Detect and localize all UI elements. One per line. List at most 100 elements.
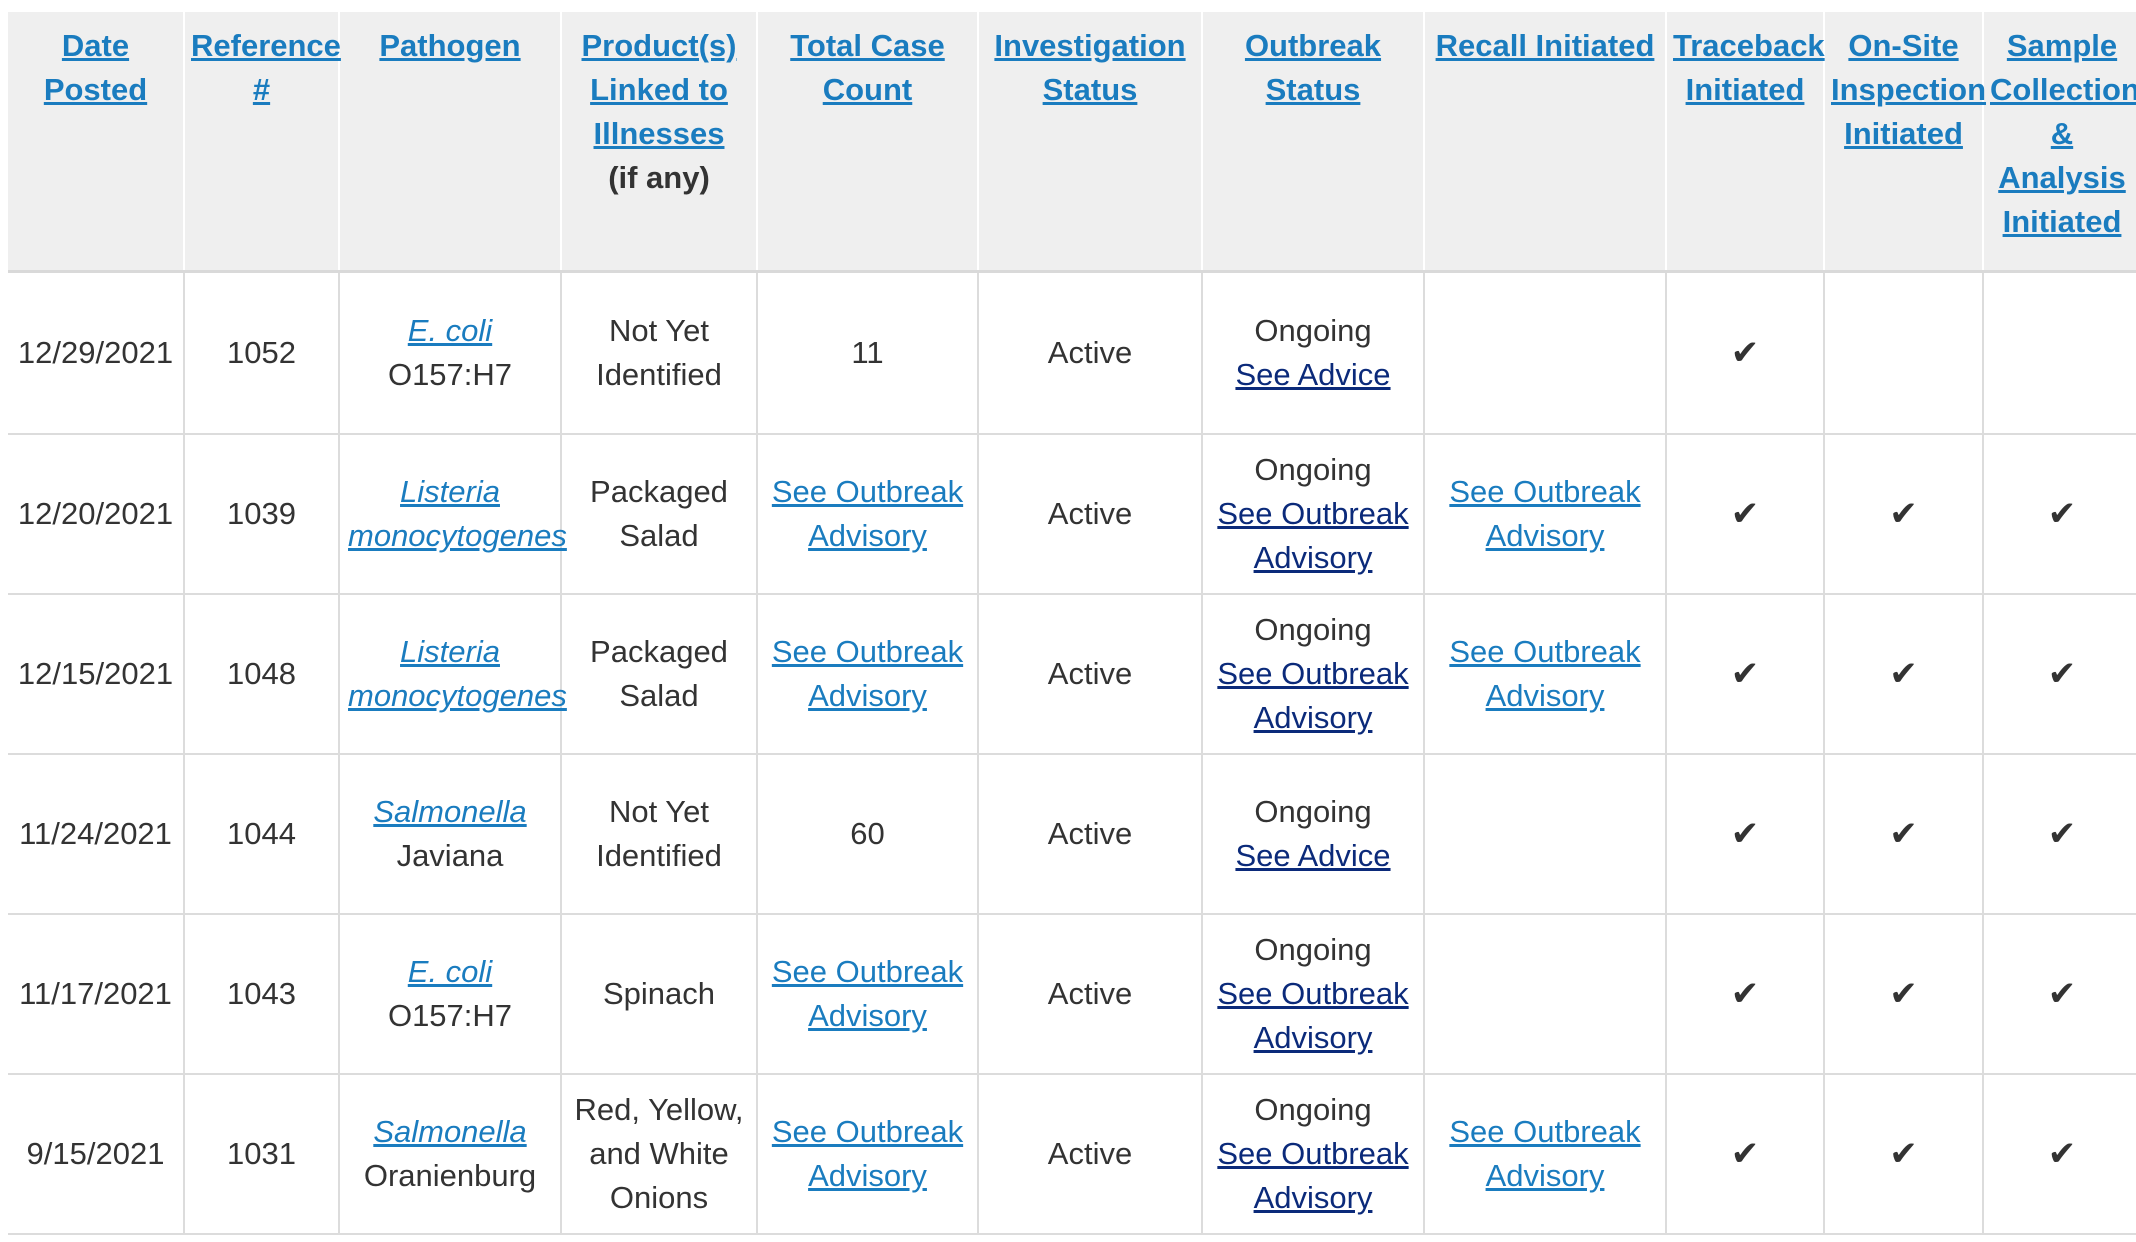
cell-product: Not Yet Identified	[561, 754, 758, 915]
investigation-status-text: Active	[1047, 656, 1133, 691]
cell-outbreak-status: Ongoing See Advice	[1202, 754, 1425, 915]
checkmark-icon: ✔	[1730, 814, 1760, 853]
sort-sample-collection-link[interactable]: Sample Collection & Analysis Initiated	[1990, 28, 2136, 239]
checkmark-icon: ✔	[1730, 654, 1760, 693]
cell-outbreak-status: Ongoing See Outbreak Advisory	[1202, 594, 1425, 755]
cell-recall-initiated	[1424, 271, 1667, 435]
header-sample-collection: Sample Collection & Analysis Initiated	[1983, 12, 2136, 273]
cell-total-case-count: See Outbreak Advisory	[757, 1074, 979, 1235]
header-recall-initiated: Recall Initiated	[1424, 12, 1667, 273]
sort-case-count-link[interactable]: Total Case Count	[790, 28, 944, 107]
header-reference: Reference #	[184, 12, 341, 273]
pathogen-link[interactable]: Listeria monocytogenes	[348, 474, 567, 553]
checkmark-icon: ✔	[1889, 974, 1918, 1013]
outbreak-status-text: Ongoing	[1254, 794, 1372, 829]
cell-pathogen: E. coli O157:H7	[339, 271, 562, 435]
cell-investigation-status: Active	[978, 754, 1203, 915]
cell-total-case-count: See Outbreak Advisory	[757, 914, 979, 1075]
cell-product: Red, Yellow, and White Onions	[561, 1074, 758, 1235]
pathogen-link[interactable]: Salmonella	[373, 794, 526, 829]
cell-traceback-initiated: ✔	[1666, 754, 1825, 915]
checkmark-icon: ✔	[1889, 494, 1918, 533]
cell-inspection-initiated: ✔	[1824, 754, 1984, 915]
recall-advisory-link[interactable]: See Outbreak Advisory	[1449, 474, 1640, 553]
cell-investigation-status: Active	[978, 434, 1203, 595]
case-count-advisory-link[interactable]: See Outbreak Advisory	[772, 1114, 963, 1193]
sort-recall-link[interactable]: Recall Initiated	[1436, 28, 1655, 63]
cell-recall-initiated: See Outbreak Advisory	[1424, 594, 1667, 755]
recall-advisory-link[interactable]: See Outbreak Advisory	[1449, 634, 1640, 713]
case-count-advisory-link[interactable]: See Outbreak Advisory	[772, 474, 963, 553]
cell-investigation-status: Active	[978, 594, 1203, 755]
cell-date-posted: 12/15/2021	[8, 594, 185, 755]
checkmark-icon: ✔	[2047, 814, 2077, 853]
table-row: 11/17/2021 1043 E. coli O157:H7 Spinach See O…	[8, 914, 2136, 1075]
cell-recall-initiated	[1424, 754, 1667, 915]
sort-pathogen-link[interactable]: Pathogen	[379, 28, 520, 63]
sort-outbreak-status-link[interactable]: Outbreak Status	[1245, 28, 1381, 107]
cell-recall-initiated: See Outbreak Advisory	[1424, 434, 1667, 595]
date-posted-text: 12/29/2021	[17, 335, 174, 370]
cell-pathogen: Salmonella Oranienburg	[339, 1074, 562, 1235]
product-text: Packaged Salad	[590, 474, 728, 553]
outbreak-advice-link[interactable]: See Outbreak Advisory	[1217, 656, 1408, 735]
case-count-advisory-link[interactable]: See Outbreak Advisory	[772, 634, 963, 713]
case-count-advisory-link[interactable]: See Outbreak Advisory	[772, 954, 963, 1033]
outbreak-advice-link[interactable]: See Advice	[1235, 838, 1390, 873]
cell-reference: 1043	[184, 914, 340, 1075]
checkmark-icon: ✔	[1889, 814, 1918, 853]
cell-outbreak-status: Ongoing See Outbreak Advisory	[1202, 914, 1425, 1075]
pathogen-link[interactable]: E. coli	[408, 954, 492, 989]
cell-date-posted: 11/24/2021	[8, 754, 185, 915]
sort-products-link[interactable]: Product(s) Linked to Illnesses	[582, 28, 737, 151]
investigation-status-text: Active	[1047, 976, 1133, 1011]
pathogen-link[interactable]: Salmonella	[373, 1114, 526, 1149]
cell-recall-initiated	[1424, 914, 1667, 1075]
sort-investigation-status-link[interactable]: Investigation Status	[994, 28, 1185, 107]
cell-total-case-count: 60	[757, 754, 979, 915]
cell-investigation-status: Active	[978, 271, 1203, 435]
cell-outbreak-status: Ongoing See Advice	[1202, 271, 1425, 435]
investigation-status-text: Active	[1047, 1136, 1133, 1171]
outbreak-advice-link[interactable]: See Outbreak Advisory	[1217, 1136, 1408, 1215]
outbreak-advice-link[interactable]: See Advice	[1235, 357, 1390, 392]
date-posted-text: 9/15/2021	[26, 1136, 165, 1171]
cell-product: Packaged Salad	[561, 434, 758, 595]
reference-number-text: 1048	[227, 656, 296, 691]
sort-traceback-link[interactable]: Traceback Initiated	[1673, 28, 1825, 107]
checkmark-icon: ✔	[1889, 654, 1918, 693]
recall-advisory-link[interactable]: See Outbreak Advisory	[1449, 1114, 1640, 1193]
sort-date-posted-link[interactable]: Date Posted	[44, 28, 147, 107]
table-row: 12/29/2021 1052 E. coli O157:H7 Not Yet Ide…	[8, 271, 2136, 435]
cell-sample-collection-initiated	[1983, 271, 2136, 435]
pathogen-strain-text: Oranienburg	[363, 1158, 537, 1193]
pathogen-strain-text: Javiana	[396, 838, 504, 873]
sort-reference-link[interactable]: Reference #	[191, 28, 341, 107]
outbreak-advice-link[interactable]: See Outbreak Advisory	[1217, 976, 1408, 1055]
checkmark-icon: ✔	[1730, 1134, 1760, 1173]
cell-inspection-initiated: ✔	[1824, 1074, 1984, 1235]
cell-inspection-initiated: ✔	[1824, 914, 1984, 1075]
cell-traceback-initiated: ✔	[1666, 1074, 1825, 1235]
cell-traceback-initiated: ✔	[1666, 594, 1825, 755]
table-row: 12/20/2021 1039 Listeria monocytogenes Pack…	[8, 434, 2136, 595]
product-text: Not Yet Identified	[596, 794, 722, 873]
cell-date-posted: 9/15/2021	[8, 1074, 185, 1235]
cell-date-posted: 11/17/2021	[8, 914, 185, 1075]
checkmark-icon: ✔	[2047, 654, 2077, 693]
table-row: 12/15/2021 1048 Listeria monocytogenes Pack…	[8, 594, 2136, 755]
sort-inspection-link[interactable]: On-Site Inspection Initiated	[1831, 28, 1986, 151]
outbreak-advice-link[interactable]: See Outbreak Advisory	[1217, 496, 1408, 575]
pathogen-strain-text: O157:H7	[387, 998, 513, 1033]
outbreak-status-text: Ongoing	[1254, 612, 1372, 647]
cell-product: Not Yet Identified	[561, 271, 758, 435]
table-row: 11/24/2021 1044 Salmonella Javiana Not Yet I…	[8, 754, 2136, 915]
cell-pathogen: E. coli O157:H7	[339, 914, 562, 1075]
checkmark-icon: ✔	[1730, 333, 1760, 372]
pathogen-strain-text: O157:H7	[387, 357, 513, 392]
pathogen-link[interactable]: Listeria monocytogenes	[348, 634, 567, 713]
cell-traceback-initiated: ✔	[1666, 914, 1825, 1075]
checkmark-icon: ✔	[2047, 1134, 2077, 1173]
cell-reference: 1031	[184, 1074, 340, 1235]
pathogen-link[interactable]: E. coli	[408, 313, 492, 348]
